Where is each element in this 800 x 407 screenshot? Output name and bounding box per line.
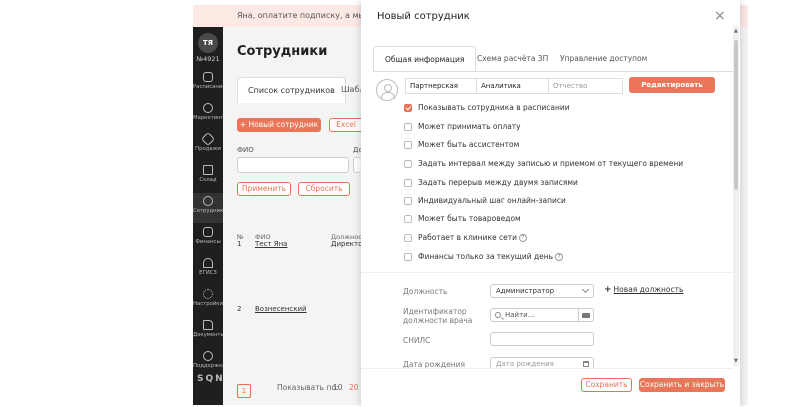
save-and-close-button[interactable]: Сохранить и закрыть	[639, 378, 725, 392]
page-size-10[interactable]: 10	[333, 383, 343, 392]
new-employee-button[interactable]: + Новый сотрудник	[237, 118, 321, 132]
checkbox-box[interactable]	[404, 197, 412, 205]
sidebar-item-finance[interactable]: Финансы	[193, 227, 223, 245]
user-icon	[203, 196, 213, 206]
new-position-link[interactable]: + Новая должность	[604, 285, 683, 295]
checkbox-box[interactable]	[404, 234, 412, 242]
help-icon	[203, 351, 213, 361]
plus-icon: +	[604, 285, 612, 295]
checkbox-box[interactable]	[404, 215, 412, 223]
doctor-id-search-input[interactable]: Найти...	[490, 308, 579, 322]
middle-name-field[interactable]	[548, 78, 623, 94]
sidebar-item-documents[interactable]: Документы	[193, 320, 223, 338]
checkbox-box[interactable]	[404, 160, 412, 168]
sidebar: TЯ №4921 Расписание Маркетинг Продажи Ск…	[193, 27, 234, 405]
close-icon[interactable]: ×	[714, 8, 726, 24]
last-name-field[interactable]	[405, 78, 477, 94]
scrollbar-thumb[interactable]	[734, 40, 738, 190]
chevron-down-icon	[581, 285, 590, 294]
new-employee-modal: Новый сотрудник × Общая информация Схема…	[361, 0, 740, 407]
caduceus-icon	[203, 258, 213, 268]
checkbox-box[interactable]	[404, 253, 412, 261]
checkbox-checked-icon[interactable]	[404, 104, 412, 112]
employee-link[interactable]: Вознесенский	[255, 305, 307, 313]
calendar-icon	[583, 361, 589, 367]
account-number: №4921	[196, 55, 220, 63]
sqns-logo: SQNS	[197, 374, 234, 384]
checkbox-box[interactable]	[404, 123, 412, 131]
first-name-field[interactable]	[476, 78, 549, 94]
filter-fio-label: ФИО	[237, 146, 254, 154]
doctor-id-label: Идентификатор должности врача	[403, 307, 473, 325]
sidebar-item-marketing[interactable]: Маркетинг	[193, 103, 223, 121]
checkbox-box[interactable]	[404, 179, 412, 187]
screen: Яна, оплатите подписку, а мы поможем TЯ …	[0, 0, 800, 407]
chat-icon	[203, 103, 213, 113]
sidebar-item-settings[interactable]: Настройки	[193, 289, 223, 307]
scroll-down-icon[interactable]: ▼	[734, 358, 738, 364]
tab-salary-scheme[interactable]: Схема расчёта ЗП	[466, 46, 559, 72]
section-divider	[361, 272, 733, 273]
fio-filter-input[interactable]	[237, 157, 349, 173]
avatar[interactable]: TЯ	[198, 33, 218, 53]
tab-divider	[373, 71, 733, 72]
tab-employee-list[interactable]: Список сотрудников	[237, 77, 346, 103]
gear-icon	[203, 289, 213, 299]
user-avatar-icon[interactable]	[376, 79, 398, 101]
tab-access-control[interactable]: Управление доступом	[549, 46, 658, 72]
apply-button[interactable]: Применить	[237, 182, 291, 196]
position-label: Должность	[403, 287, 448, 296]
scroll-up-icon[interactable]: ▲	[734, 28, 738, 34]
position-select[interactable]: Администратор	[490, 284, 594, 298]
snils-label: СНИЛС	[403, 336, 431, 345]
help-icon[interactable]: ?	[518, 234, 527, 242]
box-icon	[203, 165, 213, 175]
sidebar-item-schedule[interactable]: Расписание	[193, 72, 223, 90]
save-button[interactable]: Сохранить	[581, 378, 632, 392]
page-1-button[interactable]: 1	[237, 384, 251, 398]
page-title: Сотрудники	[237, 44, 328, 59]
pager-label: Показывать по:	[277, 383, 339, 392]
tab-general-info[interactable]: Общая информация	[373, 46, 477, 72]
sidebar-item-employees[interactable]: Сотрудники	[193, 193, 223, 223]
sidebar-item-sales[interactable]: Продажи	[193, 131, 223, 152]
snils-input[interactable]	[490, 332, 594, 346]
reset-button[interactable]: Сбросить	[298, 182, 350, 196]
filter-input-2[interactable]	[353, 157, 361, 173]
sidebar-item-warehouse[interactable]: Склад	[193, 165, 223, 183]
employee-link[interactable]: Тест Яна	[255, 240, 287, 248]
edit-schedule-button[interactable]: Редактировать график	[629, 77, 715, 105]
modal-title: Новый сотрудник	[377, 11, 470, 22]
help-icon[interactable]: ?	[555, 253, 564, 261]
folder-icon[interactable]	[579, 308, 594, 322]
excel-button[interactable]: Excel	[329, 118, 363, 132]
search-icon	[495, 312, 501, 318]
wallet-icon	[203, 227, 213, 237]
tag-icon	[200, 131, 216, 147]
page-size-20[interactable]: 20	[349, 383, 359, 392]
modal-footer: Сохранить Сохранить и закрыть	[361, 368, 733, 407]
checkbox-box[interactable]	[404, 141, 412, 149]
calendar-icon	[203, 72, 213, 82]
document-icon	[203, 320, 213, 330]
sidebar-item-egisz[interactable]: ЕГИСЗ	[193, 258, 223, 276]
sidebar-item-support[interactable]: Поддержка	[193, 351, 223, 369]
